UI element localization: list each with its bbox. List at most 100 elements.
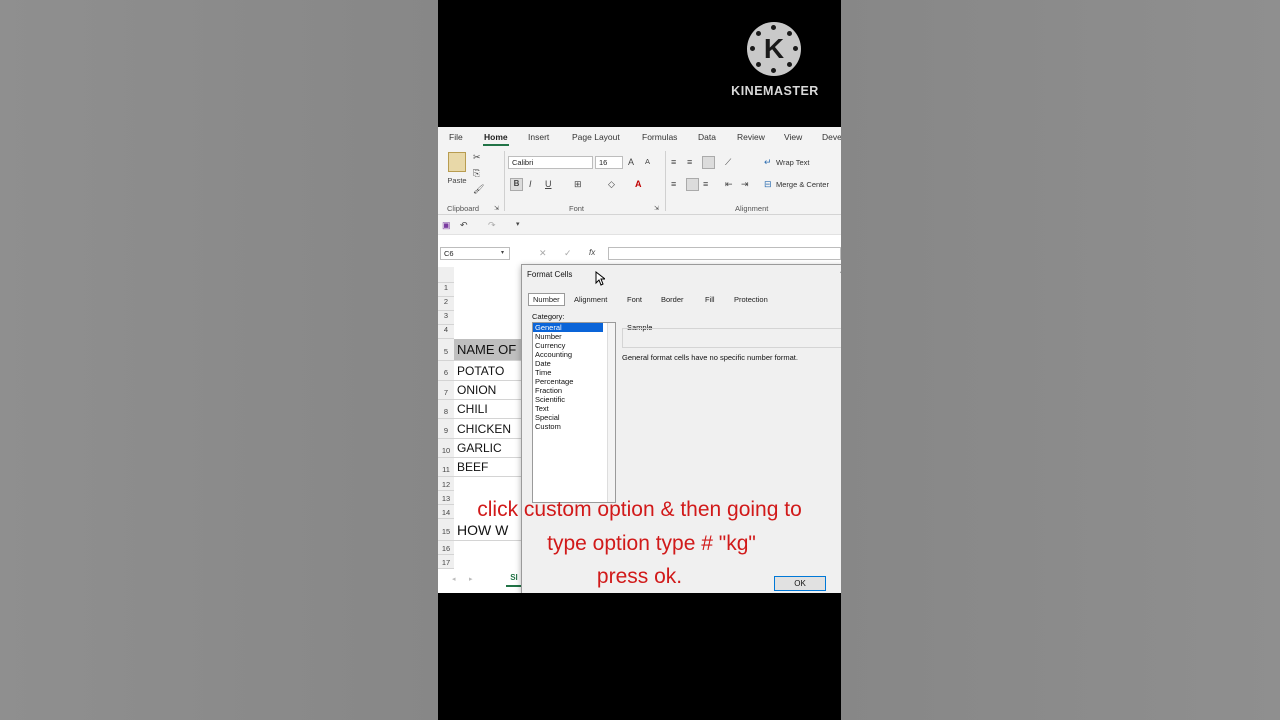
menu-data[interactable]: Data [698,132,716,142]
bold-label: B [513,179,520,188]
caption-line-1: click custom option & then going to [477,498,802,521]
category-item-custom[interactable]: Custom [533,422,603,431]
row-header[interactable]: 10 [438,439,454,458]
decrease-indent-icon[interactable]: ⇤ [725,178,733,190]
table-cell[interactable]: CHICKEN [454,419,524,439]
cut-icon[interactable]: ✂ [473,151,481,163]
category-item-currency[interactable]: Currency [533,341,603,350]
row-header[interactable]: 2 [438,297,454,311]
category-item-accounting[interactable]: Accounting [533,350,603,359]
row-header[interactable]: 3 [438,311,454,325]
category-item-time[interactable]: Time [533,368,603,377]
merge-center-button[interactable]: Merge & Center [776,179,829,191]
menu-formulas[interactable]: Formulas [642,132,677,142]
font-name-select[interactable]: Calibri [508,156,593,169]
underline-button[interactable]: U [545,178,552,190]
align-center-button[interactable] [686,178,699,191]
category-item-fraction[interactable]: Fraction [533,386,603,395]
font-size-select[interactable]: 16 [595,156,623,169]
menu-home[interactable]: Home [484,132,508,142]
name-box-dropdown-icon[interactable]: ▾ [501,247,504,259]
name-box[interactable]: C6 [440,247,510,260]
row-header[interactable]: 5 [438,339,454,361]
decrease-font-icon[interactable]: A [645,156,650,168]
table-header-cell[interactable]: NAME OF [454,339,524,361]
menu-developer[interactable]: Deve [822,132,841,142]
table-cell[interactable]: BEEF [454,458,524,477]
paste-icon[interactable] [448,152,466,172]
table-cell[interactable]: CHILI [454,400,524,419]
logo-dot [787,62,792,67]
category-item-date[interactable]: Date [533,359,603,368]
tab-border[interactable]: Border [656,293,689,306]
row-header[interactable]: 8 [438,400,454,419]
row-header[interactable]: 9 [438,419,454,439]
help-icon[interactable]: ? [840,269,841,281]
tab-number[interactable]: Number [528,293,565,306]
wrap-text-button[interactable]: Wrap Text [776,157,810,169]
italic-button[interactable]: I [529,178,532,190]
align-bottom-button[interactable] [702,156,715,169]
tab-font[interactable]: Font [622,293,647,306]
menu-insert[interactable]: Insert [528,132,549,142]
tab-fill[interactable]: Fill [700,293,720,306]
video-frame: K KINEMASTER File Home Insert Page Layou… [438,0,841,720]
align-top-icon[interactable]: ≡ [671,156,676,168]
table-cell[interactable]: POTATO [454,361,524,381]
align-right-icon[interactable]: ≡ [703,178,708,190]
category-item-text[interactable]: Text [533,404,603,413]
fill-color-icon[interactable]: ◇ [608,178,615,190]
wrap-text-icon[interactable]: ↵ [764,156,772,168]
formula-input[interactable] [608,247,841,260]
align-middle-icon[interactable]: ≡ [687,156,692,168]
format-painter-icon[interactable]: 🖌 [473,183,484,195]
logo-dot [787,31,792,36]
confirm-entry-icon[interactable]: ✓ [564,247,572,259]
customize-qat-icon[interactable]: ▾ [516,219,520,231]
row-header[interactable]: 12 [438,477,454,491]
row-header[interactable]: 4 [438,325,454,339]
table-cell[interactable]: ONION [454,381,524,400]
row-header[interactable]: 11 [438,458,454,477]
increase-font-icon[interactable]: A [628,156,634,168]
redo-icon[interactable]: ↷ [488,219,496,231]
category-item-special[interactable]: Special [533,413,603,422]
category-item-number[interactable]: Number [533,332,603,341]
category-item-percentage[interactable]: Percentage [533,377,603,386]
menu-file[interactable]: File [449,132,463,142]
increase-indent-icon[interactable]: ⇥ [741,178,749,190]
row-header[interactable]: 6 [438,361,454,381]
category-list[interactable]: General Number Currency Accounting Date … [532,322,616,503]
align-left-icon[interactable]: ≡ [671,178,676,190]
category-item-scientific[interactable]: Scientific [533,395,603,404]
tab-alignment[interactable]: Alignment [569,293,612,306]
save-icon[interactable]: ▣ [442,219,451,231]
undo-icon[interactable]: ↶ [460,219,468,231]
category-item-general[interactable]: General [533,323,603,332]
paste-label[interactable]: Paste [444,175,470,187]
row-header[interactable]: 1 [438,283,454,297]
clipboard-launcher-icon[interactable]: ⇲ [494,203,499,215]
formula-bar: C6 ▾ ✕ ✓ fx [438,243,841,263]
font-launcher-icon[interactable]: ⇲ [654,203,659,215]
table-cell[interactable]: GARLIC [454,439,524,458]
cancel-entry-icon[interactable]: ✕ [539,247,547,259]
row-header[interactable]: 7 [438,381,454,400]
category-list-scrollbar[interactable] [607,323,615,502]
orientation-icon[interactable]: ⟋ [725,156,731,168]
merge-center-icon[interactable]: ⊟ [764,178,772,190]
kinemaster-logo-icon: K [747,22,801,76]
brand-name: KINEMASTER [731,84,819,98]
logo-dot [750,46,755,51]
tab-protection[interactable]: Protection [729,293,773,306]
font-color-icon[interactable]: A [635,178,642,190]
font-group-label: Font [569,204,585,213]
menu-view[interactable]: View [784,132,802,142]
menu-page-layout[interactable]: Page Layout [572,132,620,142]
select-all-corner[interactable] [438,267,454,283]
borders-icon[interactable]: ⊞ [574,178,582,190]
insert-function-button[interactable]: fx [589,247,595,259]
menu-review[interactable]: Review [737,132,765,142]
copy-icon[interactable]: ⎘ [473,167,480,179]
category-label: Category: [532,312,565,321]
